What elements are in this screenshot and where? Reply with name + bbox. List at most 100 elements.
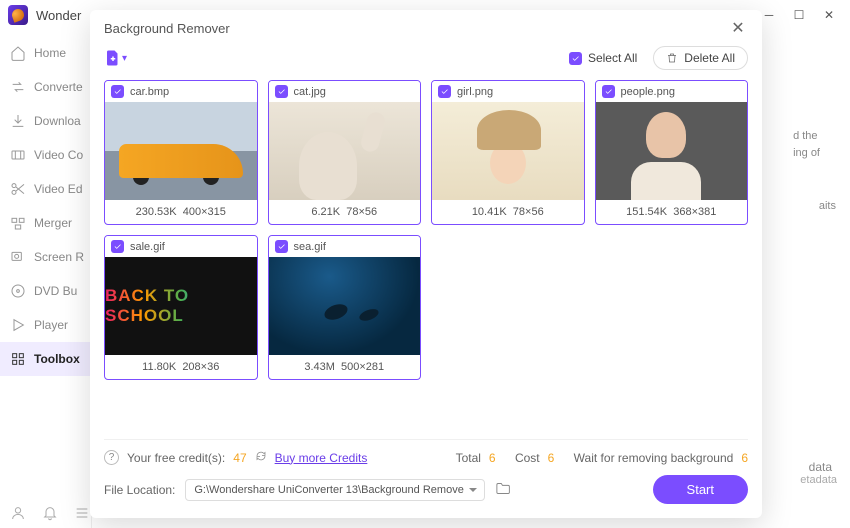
disc-icon (10, 283, 26, 299)
total-value: 6 (489, 451, 496, 465)
filename: people.png (621, 86, 675, 98)
select-all-label: Select All (588, 51, 637, 65)
convert-icon (10, 79, 26, 95)
filename: cat.jpg (294, 86, 326, 98)
checkbox-checked-icon[interactable] (275, 85, 288, 98)
close-button[interactable]: ✕ (822, 8, 836, 22)
sidebar-item-video-editor[interactable]: Video Ed (0, 172, 91, 206)
open-folder-button[interactable] (495, 481, 510, 499)
minimize-button[interactable]: ─ (762, 8, 776, 22)
wait-value: 6 (741, 451, 748, 465)
checkbox-checked-icon[interactable] (111, 240, 124, 253)
filename: sea.gif (294, 241, 326, 253)
image-card[interactable]: sea.gif 3.43M 500×281 (268, 235, 422, 380)
sidebar-item-label: Converte (34, 80, 83, 94)
trash-icon (666, 52, 678, 64)
thumbnail (105, 102, 257, 200)
chevron-down-icon: ▾ (122, 53, 127, 64)
file-location-path: G:\Wondershare UniConverter 13\Backgroun… (194, 484, 463, 496)
start-label: Start (687, 482, 714, 497)
thumbnail (596, 102, 748, 200)
sidebar-item-label: DVD Bu (34, 284, 77, 298)
sidebar-item-label: Video Ed (34, 182, 83, 196)
app-logo (8, 5, 28, 25)
bell-icon[interactable] (42, 505, 58, 524)
play-icon (10, 317, 26, 333)
scissors-icon (10, 181, 26, 197)
file-meta: 151.54K 368×381 (596, 200, 748, 224)
filename: sale.gif (130, 241, 165, 253)
thumbnail-grid: car.bmp 230.53K 400×315 cat.jpg 6.21K 78… (104, 80, 748, 380)
brand-text: Wonder (36, 8, 81, 23)
add-file-icon (104, 49, 122, 67)
bg-text-fragment: data (809, 460, 832, 474)
cost-label: Cost (515, 451, 540, 465)
sidebar-item-label: Player (34, 318, 68, 332)
maximize-button[interactable]: ☐ (792, 8, 806, 22)
bg-text-fragment: etadata (800, 474, 837, 486)
wait-label: Wait for removing background (574, 451, 734, 465)
thumbnail-text: BACK TO SCHOOL (105, 286, 257, 326)
thumbnail (432, 102, 584, 200)
thumbnail: BACK TO SCHOOL (105, 257, 257, 355)
delete-all-label: Delete All (684, 51, 735, 65)
grid-icon (10, 351, 26, 367)
checkbox-checked-icon[interactable] (438, 85, 451, 98)
checkbox-checked-icon[interactable] (111, 85, 124, 98)
buy-credits-link[interactable]: Buy more Credits (275, 451, 368, 465)
file-meta: 3.43M 500×281 (269, 355, 421, 379)
record-icon (10, 249, 26, 265)
credits-count: 47 (233, 451, 246, 465)
file-meta: 10.41K 78×56 (432, 200, 584, 224)
bg-text-fragment: aits (819, 200, 836, 212)
close-icon[interactable]: ✕ (728, 18, 748, 38)
thumbnail (269, 102, 421, 200)
sidebar-item-label: Toolbox (34, 352, 80, 366)
image-card[interactable]: cat.jpg 6.21K 78×56 (268, 80, 422, 225)
user-icon[interactable] (10, 505, 26, 524)
total-label: Total (456, 451, 481, 465)
checkbox-checked-icon (569, 52, 582, 65)
sidebar-item-converter[interactable]: Converte (0, 70, 91, 104)
sidebar-item-label: Downloa (34, 114, 81, 128)
image-card[interactable]: sale.gif BACK TO SCHOOL 11.80K 208×36 (104, 235, 258, 380)
file-meta: 6.21K 78×56 (269, 200, 421, 224)
sidebar-item-dvd-burner[interactable]: DVD Bu (0, 274, 91, 308)
sidebar-item-downloader[interactable]: Downloa (0, 104, 91, 138)
file-meta: 230.53K 400×315 (105, 200, 257, 224)
credits-label: Your free credit(s): (127, 451, 225, 465)
sidebar-item-video-compressor[interactable]: Video Co (0, 138, 91, 172)
file-meta: 11.80K 208×36 (105, 355, 257, 379)
start-button[interactable]: Start (653, 475, 748, 504)
sidebar-item-label: Merger (34, 216, 72, 230)
sidebar-item-player[interactable]: Player (0, 308, 91, 342)
sidebar-item-label: Home (34, 46, 66, 60)
thumbnail (269, 257, 421, 355)
bg-text-fragment: d theing of (793, 128, 820, 161)
home-icon (10, 45, 26, 61)
filename: car.bmp (130, 86, 169, 98)
menu-icon[interactable] (74, 505, 90, 524)
delete-all-button[interactable]: Delete All (653, 46, 748, 70)
refresh-icon[interactable] (255, 450, 267, 465)
sidebar-item-merger[interactable]: Merger (0, 206, 91, 240)
download-icon (10, 113, 26, 129)
compress-icon (10, 147, 26, 163)
modal-title: Background Remover (104, 21, 230, 36)
help-icon[interactable]: ? (104, 450, 119, 465)
image-card[interactable]: girl.png 10.41K 78×56 (431, 80, 585, 225)
sidebar-item-toolbox[interactable]: Toolbox (0, 342, 91, 376)
select-all-checkbox[interactable]: Select All (569, 51, 637, 65)
merge-icon (10, 215, 26, 231)
file-location-select[interactable]: G:\Wondershare UniConverter 13\Backgroun… (185, 479, 484, 501)
image-card[interactable]: car.bmp 230.53K 400×315 (104, 80, 258, 225)
add-files-button[interactable]: ▾ (104, 49, 127, 67)
checkbox-checked-icon[interactable] (602, 85, 615, 98)
checkbox-checked-icon[interactable] (275, 240, 288, 253)
sidebar-item-label: Video Co (34, 148, 83, 162)
sidebar-item-screen-recorder[interactable]: Screen R (0, 240, 91, 274)
image-card[interactable]: people.png 151.54K 368×381 (595, 80, 749, 225)
sidebar-item-home[interactable]: Home (0, 36, 91, 70)
sidebar-item-label: Screen R (34, 250, 84, 264)
filename: girl.png (457, 86, 493, 98)
